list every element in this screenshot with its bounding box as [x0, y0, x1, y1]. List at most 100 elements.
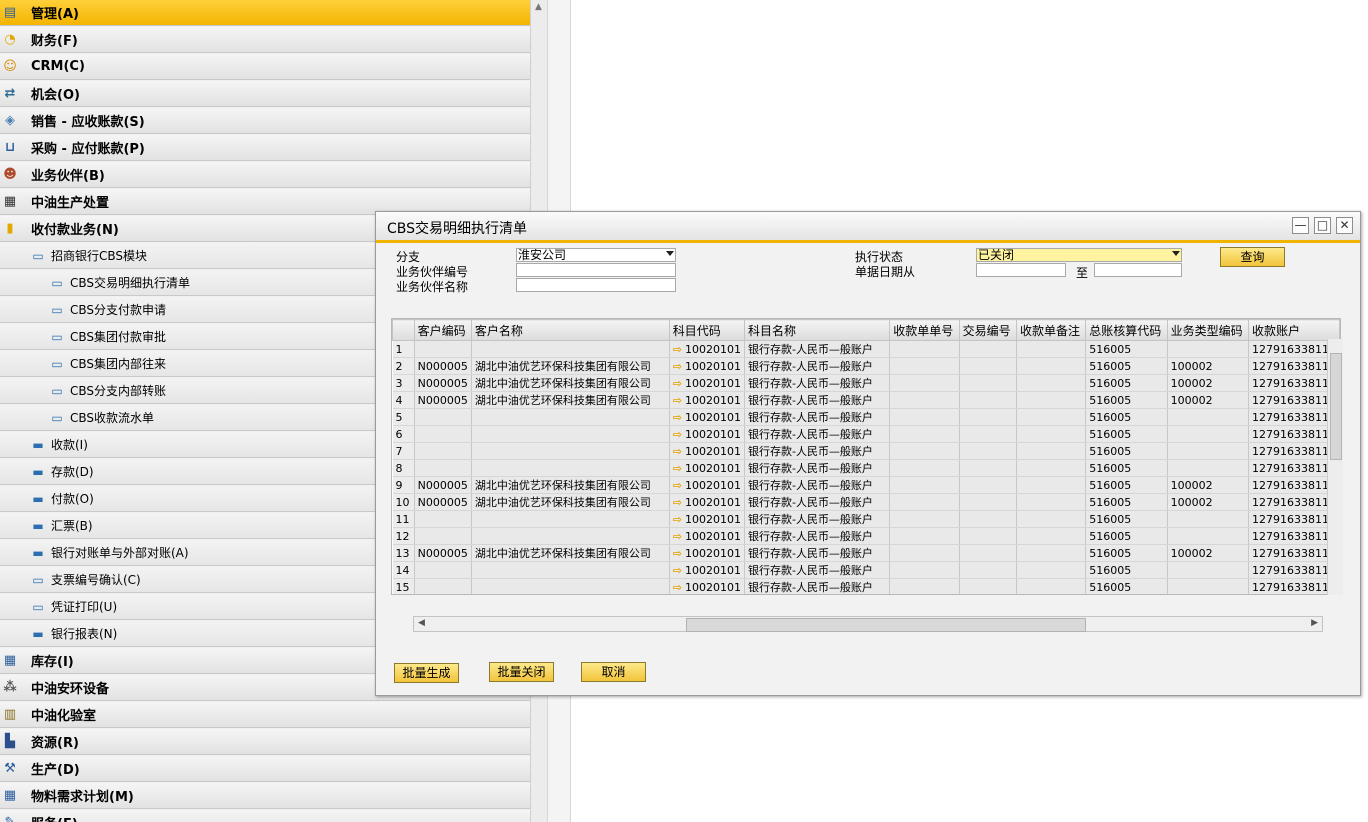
- grid-cell-rcpt[interactable]: [889, 561, 960, 579]
- grid-cell-biz[interactable]: 100002: [1167, 544, 1249, 562]
- grid-cell-gl[interactable]: 516005: [1085, 357, 1168, 375]
- grid-cell-txn[interactable]: [959, 476, 1017, 494]
- minimize-icon[interactable]: —: [1292, 217, 1309, 234]
- grid-cell-txn[interactable]: [959, 544, 1017, 562]
- column-header[interactable]: 业务类型编码: [1166, 319, 1249, 341]
- row-number[interactable]: 13: [392, 544, 415, 562]
- grid-cell-code[interactable]: N000005: [414, 357, 472, 375]
- grid-cell-code[interactable]: [414, 459, 472, 477]
- row-number[interactable]: 4: [392, 391, 415, 409]
- table-row[interactable]: 12 ⇨ 10020101 银行存款-人民币—般账户 516005 12791633811…: [392, 527, 1340, 545]
- link-arrow-icon[interactable]: ⇨: [673, 513, 682, 526]
- menu-item[interactable]: ▥ 中油化验室: [0, 702, 530, 728]
- table-row[interactable]: 11 ⇨ 10020101 银行存款-人民币—般账户 516005 12791633811…: [392, 510, 1340, 528]
- menu-item[interactable]: ✎ 服务(E): [0, 810, 530, 822]
- grid-cell-rcpt[interactable]: [889, 578, 960, 594]
- grid-cell-txn[interactable]: [959, 425, 1017, 443]
- grid-cell-gl[interactable]: 516005: [1085, 340, 1168, 358]
- grid-cell-name[interactable]: [471, 561, 670, 579]
- grid-cell-biz[interactable]: [1167, 408, 1249, 426]
- grid-cell-name[interactable]: 湖北中油优艺环保科技集团有限公司: [471, 476, 670, 494]
- bp-name-field[interactable]: [516, 278, 676, 292]
- date-from-field[interactable]: [976, 263, 1066, 277]
- grid-cell-txn[interactable]: [959, 442, 1017, 460]
- grid-cell-acct_name[interactable]: 银行存款-人民币—般账户: [744, 459, 891, 477]
- row-number[interactable]: 7: [392, 442, 415, 460]
- account-code-cell[interactable]: ⇨ 10020101: [669, 578, 745, 594]
- link-arrow-icon[interactable]: ⇨: [673, 394, 682, 407]
- column-header[interactable]: 客户编码: [413, 319, 472, 341]
- grid-cell-txn[interactable]: [959, 340, 1017, 358]
- table-row[interactable]: 15 ⇨ 10020101 银行存款-人民币—般账户 516005 12791633811…: [392, 578, 1340, 594]
- link-arrow-icon[interactable]: ⇨: [673, 547, 682, 560]
- table-row[interactable]: 3 N000005 湖北中油优艺环保科技集团有限公司 ⇨ 10020101 银行存款-人民…: [392, 374, 1340, 392]
- grid-cell-bank[interactable]: 127916338110: [1248, 476, 1340, 494]
- account-code-cell[interactable]: ⇨ 10020101: [669, 374, 745, 392]
- grid-cell-code[interactable]: [414, 340, 472, 358]
- row-number[interactable]: 14: [392, 561, 415, 579]
- bp-code-field[interactable]: [516, 263, 676, 277]
- grid-cell-bank[interactable]: 127916338110: [1248, 561, 1340, 579]
- grid-cell-code[interactable]: [414, 442, 472, 460]
- grid-cell-memo[interactable]: [1016, 476, 1087, 494]
- grid-cell-rcpt[interactable]: [889, 391, 960, 409]
- column-header[interactable]: 总账核算代码: [1085, 319, 1168, 341]
- link-arrow-icon[interactable]: ⇨: [673, 445, 682, 458]
- table-row[interactable]: 14 ⇨ 10020101 银行存款-人民币—般账户 516005 12791633811…: [392, 561, 1340, 579]
- grid-cell-acct_name[interactable]: 银行存款-人民币—般账户: [744, 340, 891, 358]
- column-header[interactable]: 客户名称: [470, 319, 670, 341]
- grid-cell-rcpt[interactable]: [889, 459, 960, 477]
- grid-cell-memo[interactable]: [1016, 408, 1087, 426]
- grid-cell-bank[interactable]: 127916338110: [1248, 493, 1340, 511]
- grid-cell-name[interactable]: [471, 578, 670, 594]
- grid-cell-memo[interactable]: [1016, 561, 1087, 579]
- grid-cell-memo[interactable]: [1016, 357, 1087, 375]
- branch-select[interactable]: 淮安公司: [516, 248, 676, 262]
- grid-cell-code[interactable]: [414, 578, 472, 594]
- grid-cell-acct_name[interactable]: 银行存款-人民币—般账户: [744, 544, 891, 562]
- grid-cell-memo[interactable]: [1016, 493, 1087, 511]
- grid-cell-acct_name[interactable]: 银行存款-人民币—般账户: [744, 425, 891, 443]
- grid-cell-acct_name[interactable]: 银行存款-人民币—般账户: [744, 391, 891, 409]
- grid-cell-txn[interactable]: [959, 561, 1017, 579]
- dialog-titlebar[interactable]: CBS交易明细执行清单 — □ ✕: [376, 212, 1360, 243]
- link-arrow-icon[interactable]: ⇨: [673, 377, 682, 390]
- account-code-cell[interactable]: ⇨ 10020101: [669, 476, 745, 494]
- grid-cell-gl[interactable]: 516005: [1085, 374, 1168, 392]
- grid-cell-bank[interactable]: 127916338110: [1248, 544, 1340, 562]
- account-code-cell[interactable]: ⇨ 10020101: [669, 357, 745, 375]
- scroll-right-icon[interactable]: ▶: [1311, 618, 1318, 628]
- grid-cell-name[interactable]: 湖北中油优艺环保科技集团有限公司: [471, 391, 670, 409]
- menu-item[interactable]: ◔ 财务(F): [0, 27, 530, 53]
- grid-cell-name[interactable]: 湖北中油优艺环保科技集团有限公司: [471, 357, 670, 375]
- grid-cell-gl[interactable]: 516005: [1085, 561, 1168, 579]
- row-number[interactable]: 5: [392, 408, 415, 426]
- grid-cell-gl[interactable]: 516005: [1085, 510, 1168, 528]
- link-arrow-icon[interactable]: ⇨: [673, 530, 682, 543]
- grid-cell-txn[interactable]: [959, 391, 1017, 409]
- grid-cell-biz[interactable]: 100002: [1167, 476, 1249, 494]
- menu-item[interactable]: ▦ 物料需求计划(M): [0, 783, 530, 809]
- grid-cell-gl[interactable]: 516005: [1085, 391, 1168, 409]
- column-header[interactable]: 科目名称: [743, 319, 891, 341]
- menu-item[interactable]: ⚒ 生产(D): [0, 756, 530, 782]
- account-code-cell[interactable]: ⇨ 10020101: [669, 510, 745, 528]
- grid-cell-bank[interactable]: 127916338110: [1248, 510, 1340, 528]
- table-row[interactable]: 1 ⇨ 10020101 银行存款-人民币—般账户 516005 127916338110: [392, 340, 1340, 358]
- menu-item[interactable]: ▙ 资源(R): [0, 729, 530, 755]
- grid-cell-bank[interactable]: 127916338110: [1248, 459, 1340, 477]
- grid-cell-txn[interactable]: [959, 374, 1017, 392]
- grid-cell-rcpt[interactable]: [889, 357, 960, 375]
- grid-cell-name[interactable]: [471, 527, 670, 545]
- grid-cell-name[interactable]: [471, 425, 670, 443]
- row-number[interactable]: 12: [392, 527, 415, 545]
- row-number[interactable]: 1: [392, 340, 415, 358]
- grid-cell-gl[interactable]: 516005: [1085, 459, 1168, 477]
- account-code-cell[interactable]: ⇨ 10020101: [669, 340, 745, 358]
- grid-cell-code[interactable]: N000005: [414, 476, 472, 494]
- menu-item[interactable]: ▤ 管理(A): [0, 0, 530, 26]
- grid-cell-gl[interactable]: 516005: [1085, 476, 1168, 494]
- grid-cell-bank[interactable]: 127916338110: [1248, 442, 1340, 460]
- cancel-button[interactable]: 取消: [581, 662, 646, 682]
- account-code-cell[interactable]: ⇨ 10020101: [669, 391, 745, 409]
